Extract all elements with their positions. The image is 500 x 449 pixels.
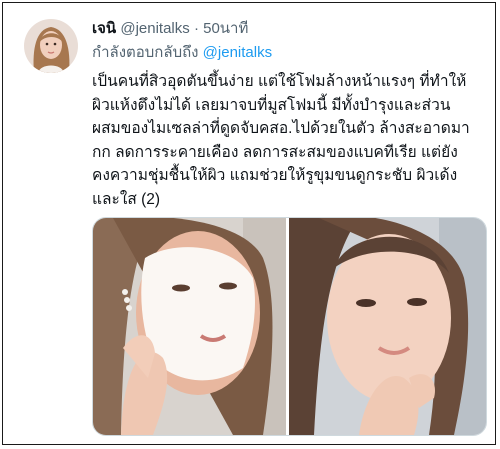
avatar[interactable] — [24, 19, 78, 73]
tweet-text-line: และใส (2) — [92, 190, 161, 208]
replying-to-handle[interactable]: @jenitalks — [203, 44, 272, 61]
tweet-header: เจนิ @jenitalks · 50นาที — [92, 20, 248, 38]
replying-to: กำลังตอบกลับถึง @jenitalks — [92, 44, 272, 62]
tweet-text-line: กก ลดการระคายเคือง ลดการสะสมของแบคทีเรีย… — [92, 143, 458, 161]
tweet-text-line: คงความชุ่มชื้นให้ผิว แถมช่วยให้รูขุมขนดู… — [92, 167, 458, 185]
tweet-media — [92, 217, 487, 436]
tweet-text: เป็นคนที่สิวอุดตันขึ้นง่าย แต่ใช้โฟมล้าง… — [92, 70, 484, 212]
photo-clean-face[interactable] — [289, 218, 486, 435]
separator-dot: · — [193, 20, 199, 37]
tweet-text-line: ผิวแห้งตึงไม่ได้ เลยมาจบที่มูสโฟมนี้ มีท… — [92, 96, 451, 114]
tweet-text-line: ผสมของไมเซลล่าที่ดูดจับคสอ.ไปด้วยในตัว ล… — [92, 120, 470, 138]
photo-foam-wash[interactable] — [93, 218, 286, 435]
tweet-text-line: เป็นคนที่สิวอุดตันขึ้นง่าย แต่ใช้โฟมล้าง… — [92, 73, 467, 90]
timestamp[interactable]: 50นาที — [203, 20, 248, 37]
replying-to-label: กำลังตอบกลับถึง — [92, 44, 199, 61]
display-name[interactable]: เจนิ — [92, 20, 116, 37]
user-handle[interactable]: @jenitalks — [120, 20, 189, 37]
